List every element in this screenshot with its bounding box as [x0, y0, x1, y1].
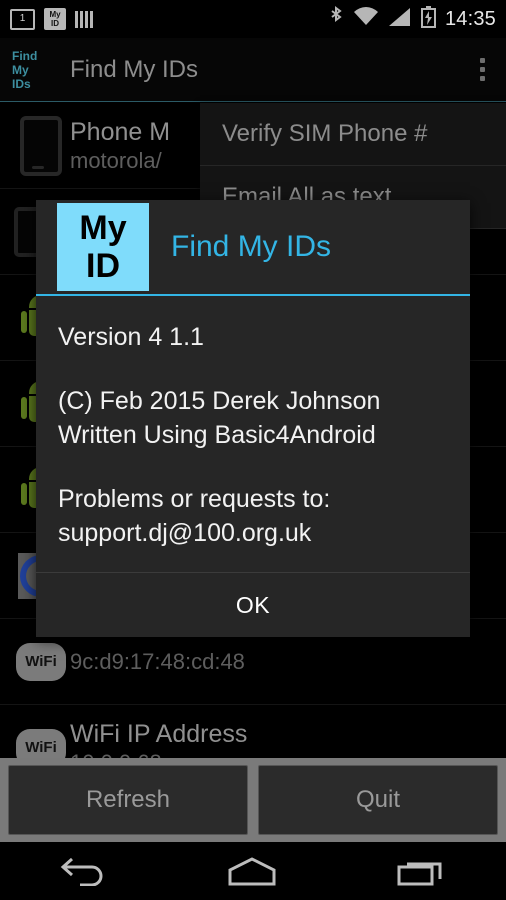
- refresh-button[interactable]: Refresh: [8, 765, 248, 835]
- bluetooth-icon: [328, 5, 344, 33]
- battery-charging-icon: [420, 5, 436, 33]
- back-icon[interactable]: [58, 856, 110, 886]
- app-logo-icon: Find My IDs: [12, 47, 56, 93]
- about-dialog: My ID Find My IDs Version 4 1.1 (C) Feb …: [36, 200, 470, 637]
- recents-icon[interactable]: [394, 856, 448, 886]
- dialog-spacer: [58, 354, 448, 384]
- app-logo-line2: My: [12, 62, 29, 77]
- dialog-support-text: Problems or requests to: support.dj@100.…: [58, 485, 331, 547]
- wifi-badge-icon: WiFi: [12, 642, 70, 681]
- page-title: Find My IDs: [70, 55, 199, 83]
- action-bar: Find My IDs Find My IDs: [0, 38, 506, 102]
- dialog-body: Version 4 1.1 (C) Feb 2015 Derek Johnson…: [36, 296, 470, 572]
- ok-button[interactable]: OK: [236, 592, 270, 619]
- app-logo-line3: IDs: [12, 76, 31, 91]
- status-bar-clock: 14:35: [444, 7, 496, 30]
- system-navigation-bar: [0, 842, 506, 900]
- list-item-title: Phone M: [70, 117, 171, 146]
- dialog-header: My ID Find My IDs: [36, 200, 470, 296]
- myid-app-notification-icon: My ID: [44, 8, 66, 30]
- home-icon[interactable]: [225, 856, 279, 886]
- status-bar-right-icons: 14:35: [328, 5, 496, 33]
- cell-signal-icon: [388, 7, 412, 32]
- dialog-logo-line2: ID: [86, 247, 120, 285]
- dialog-logo-line1: My: [79, 209, 127, 247]
- notification-count-label: 1: [19, 13, 26, 24]
- list-item-subtitle: 9c:d9:17:48:cd:48: [70, 648, 245, 674]
- dialog-title: Find My IDs: [171, 230, 332, 263]
- phone-icon: [12, 115, 70, 176]
- notification-count-icon: 1: [10, 8, 35, 30]
- app-logo-line1: Find: [12, 48, 38, 63]
- myid-icon-line1: My: [49, 10, 61, 19]
- dialog-copyright-text: (C) Feb 2015 Derek Johnson Written Using…: [58, 387, 381, 449]
- list-item-title: WiFi IP Address: [70, 719, 248, 748]
- myid-icon-line2: ID: [51, 19, 59, 28]
- android-screen: 1 My ID 14:35 Find My IDs Find My IDs Ph…: [0, 0, 506, 900]
- equalizer-bars-icon: [75, 10, 93, 28]
- myid-logo-icon: My ID: [57, 203, 149, 291]
- wifi-icon: [353, 6, 379, 32]
- menu-item-verify-sim-phone[interactable]: Verify SIM Phone #: [200, 103, 506, 166]
- quit-button[interactable]: Quit: [258, 765, 498, 835]
- overflow-menu-icon[interactable]: [470, 50, 494, 90]
- status-bar-left-icons: 1 My ID: [10, 8, 93, 30]
- bottom-button-bar: Refresh Quit: [0, 758, 506, 842]
- wifi-badge-label: WiFi: [16, 642, 66, 681]
- dialog-footer: OK: [36, 572, 470, 637]
- list-item-subtitle: motorola/: [70, 147, 162, 173]
- dialog-spacer: [58, 452, 448, 482]
- dialog-version-text: Version 4 1.1: [58, 323, 204, 351]
- status-bar: 1 My ID 14:35: [0, 0, 506, 38]
